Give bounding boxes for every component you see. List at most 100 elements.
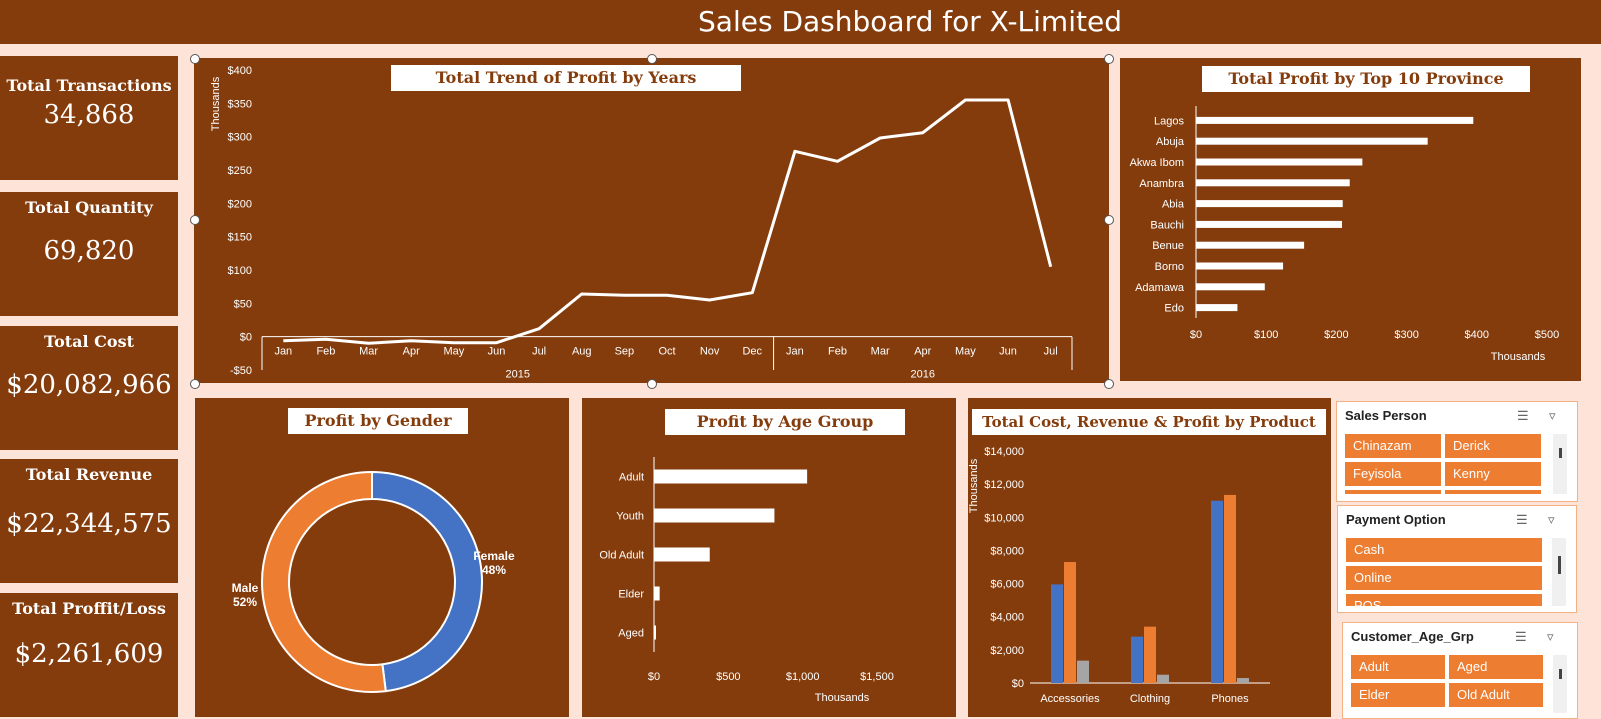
slicer-sales-person: Sales Person ☰ ▿ Chinazam Derick Feyisol…	[1336, 401, 1578, 502]
slicer-scrollbar[interactable]	[1552, 538, 1566, 606]
y-tick-label: $100	[228, 265, 252, 277]
slicer-item[interactable]: Old Adult	[1449, 683, 1543, 707]
bar	[1144, 626, 1156, 683]
slicer-item[interactable]: Elder	[1351, 683, 1445, 707]
y-tick-label: $6,000	[990, 579, 1024, 591]
y-axis-label: Thousands	[968, 458, 980, 513]
bar	[1077, 660, 1089, 683]
bar	[1157, 674, 1169, 683]
kpi-card-cost: Total Cost $20,082,966	[0, 326, 178, 450]
slicer-item[interactable]: POS	[1346, 594, 1542, 606]
x-tick-label: Nov	[700, 346, 720, 358]
clear-filter-icon[interactable]: ▿	[1549, 408, 1556, 424]
province-profit-plot: Lagos Abuja Akwa Ibom Anambra Abia Bauchi Benu…	[1130, 106, 1559, 363]
slicer-item[interactable]: Adult	[1351, 655, 1445, 679]
bar	[1196, 241, 1305, 249]
x-tick-label: $300	[1394, 329, 1418, 341]
age-group-profit-plot: Adult Youth Old Adult Elder Aged $0 $500 $1,000…	[599, 457, 894, 704]
resize-handle[interactable]	[190, 54, 200, 64]
clear-filter-icon[interactable]: ▿	[1547, 629, 1554, 645]
resize-handle[interactable]	[647, 54, 657, 64]
slicer-item[interactable]: Aged	[1449, 655, 1543, 679]
slicer-item[interactable]	[1445, 490, 1541, 494]
x-axis-label: Thousands	[1491, 351, 1546, 363]
province-profit-chart[interactable]: Total Profit by Top 10 Province Lagos Abu…	[1120, 58, 1581, 381]
category-label: Anambra	[1139, 178, 1185, 190]
year-label: 2015	[506, 369, 530, 381]
x-tick-label: $100	[1254, 329, 1278, 341]
bar	[1196, 179, 1350, 187]
resize-handle[interactable]	[190, 215, 200, 225]
multiselect-icon[interactable]: ☰	[1515, 629, 1527, 645]
clear-filter-icon[interactable]: ▿	[1548, 512, 1555, 528]
kpi-label: Total Cost	[44, 332, 134, 351]
resize-handle[interactable]	[190, 379, 200, 389]
slicer-item[interactable]: Cash	[1346, 538, 1542, 562]
slicer-items: Chinazam Derick Feyisola Kenny	[1345, 434, 1545, 494]
resize-handle[interactable]	[1104, 54, 1114, 64]
category-label: Edo	[1164, 303, 1184, 315]
product-totals-chart[interactable]: Total Cost, Revenue & Profit by Product …	[968, 398, 1331, 717]
bar	[654, 625, 656, 640]
category-label: Accessories	[1040, 693, 1100, 705]
x-tick-label: May	[955, 346, 976, 358]
bar	[1064, 562, 1076, 683]
category-label: Adamawa	[1135, 282, 1185, 294]
gender-profit-chart[interactable]: Profit by Gender Female 48% Male 52%	[195, 398, 569, 717]
scroll-thumb[interactable]	[1559, 448, 1562, 458]
dashboard-title: Sales Dashboard for X-Limited	[698, 5, 1122, 38]
resize-handle[interactable]	[647, 379, 657, 389]
slicer-items: Cash Online POS	[1346, 538, 1542, 606]
x-tick-label: $0	[648, 671, 660, 683]
y-tick-label: $250	[228, 165, 252, 177]
y-tick-label: $350	[228, 98, 252, 110]
x-tick-label: Apr	[914, 346, 931, 358]
category-label: Lagos	[1154, 115, 1184, 127]
category-label: Old Adult	[599, 550, 644, 562]
slicer-item[interactable]	[1345, 490, 1441, 494]
bar	[1196, 116, 1474, 124]
category-label: Benue	[1152, 240, 1184, 252]
multiselect-icon[interactable]: ☰	[1517, 408, 1529, 424]
scroll-thumb[interactable]	[1558, 556, 1561, 574]
y-tick-label: -$50	[230, 365, 252, 377]
age-group-profit-chart[interactable]: Profit by Age Group Adult Youth Old Adult E…	[582, 398, 956, 717]
y-tick-label: $50	[234, 298, 252, 310]
kpi-label: Total Quantity	[25, 198, 153, 217]
kpi-card-revenue: Total Revenue $22,344,575	[0, 459, 178, 583]
profit-trend-chart[interactable]: Total Trend of Profit by Years -$50 $0 $50…	[194, 58, 1109, 383]
slicer-item[interactable]: Derick	[1445, 434, 1541, 458]
multiselect-icon[interactable]: ☰	[1516, 512, 1528, 528]
resize-handle[interactable]	[1104, 215, 1114, 225]
bar	[1211, 500, 1223, 683]
bar	[1131, 636, 1143, 683]
bar	[1196, 283, 1265, 291]
x-tick-label: Jun	[999, 346, 1017, 358]
kpi-card-quantity: Total Quantity 69,820	[0, 192, 178, 316]
slicer-item[interactable]: Kenny	[1445, 462, 1541, 486]
kpi-label: Total Revenue	[25, 465, 153, 484]
category-label: Phones	[1211, 693, 1249, 705]
y-tick-label: $150	[228, 232, 252, 244]
scroll-thumb[interactable]	[1559, 669, 1562, 679]
x-tick-label: Jan	[786, 346, 804, 358]
x-tick-label: Jul	[1044, 346, 1058, 358]
slicer-scrollbar[interactable]	[1553, 434, 1567, 494]
category-label: Adult	[619, 472, 644, 484]
bar	[1196, 200, 1343, 208]
resize-handle[interactable]	[1104, 379, 1114, 389]
slicer-item[interactable]: Chinazam	[1345, 434, 1441, 458]
x-tick-label: $500	[716, 671, 740, 683]
slicer-item[interactable]: Feyisola	[1345, 462, 1441, 486]
x-tick-label: Jun	[488, 346, 506, 358]
profit-trend-line	[283, 98, 1053, 345]
slicer-scrollbar[interactable]	[1553, 655, 1567, 713]
category-label: Elder	[618, 589, 644, 601]
slicer-title: Payment Option	[1346, 512, 1446, 527]
kpi-value: $2,261,609	[14, 639, 164, 669]
slicer-item[interactable]: Online	[1346, 566, 1542, 590]
slicer-title: Sales Person	[1345, 408, 1427, 423]
kpi-value: $22,344,575	[6, 509, 172, 539]
x-tick-label: Apr	[403, 346, 420, 358]
x-tick-label: $0	[1190, 329, 1202, 341]
